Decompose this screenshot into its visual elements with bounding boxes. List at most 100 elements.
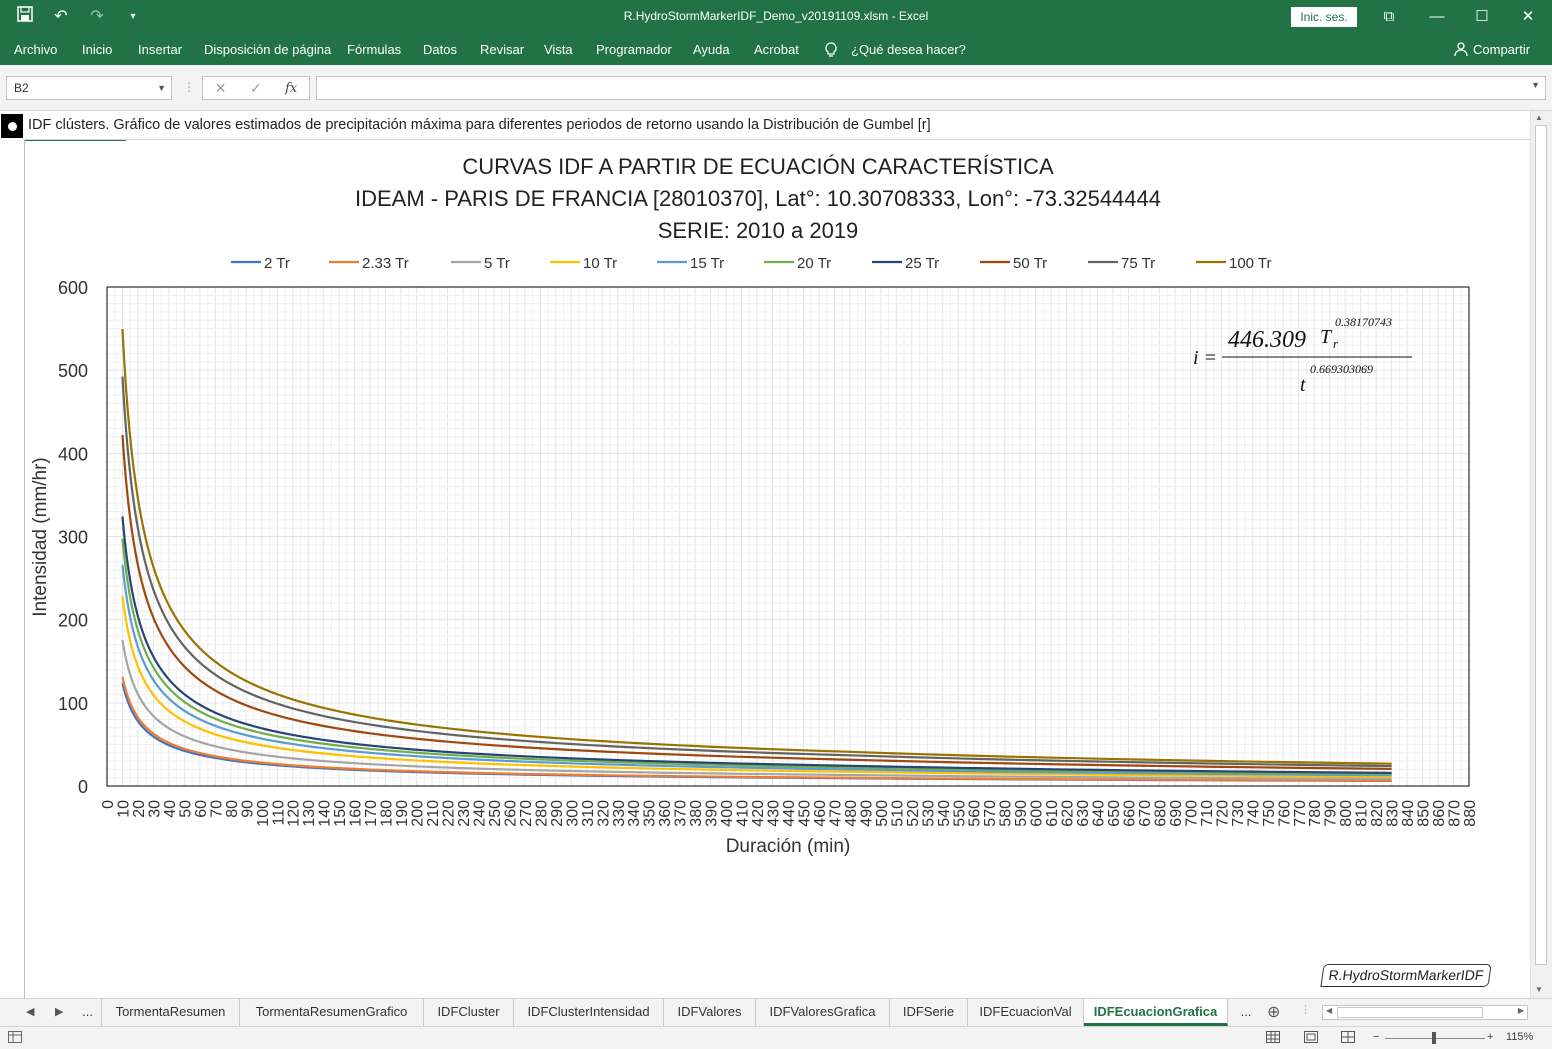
share-button[interactable]: Compartir <box>1473 42 1530 57</box>
x-tick-label: 300 <box>564 800 581 827</box>
tab-more-right[interactable]: ... <box>1228 999 1264 1026</box>
tell-me-search[interactable]: ¿Qué desea hacer? <box>851 42 966 57</box>
x-tick-label: 500 <box>874 800 891 827</box>
legend-item-7: 50 Tr <box>980 255 1047 272</box>
menu-programador[interactable]: Programador <box>596 42 672 57</box>
worksheet[interactable]: IDF clústers. Gráfico de valores estimad… <box>0 111 1552 998</box>
enter-icon[interactable]: ✓ <box>250 80 262 97</box>
menu-ayuda[interactable]: Ayuda <box>693 42 730 57</box>
x-tick-label: 470 <box>827 800 844 827</box>
x-tick-label: 590 <box>1013 800 1030 827</box>
menu-vista[interactable]: Vista <box>544 42 573 57</box>
zoom-slider-thumb[interactable] <box>1432 1032 1436 1044</box>
menu-formulas[interactable]: Fórmulas <box>347 42 401 57</box>
name-box[interactable]: B2 ▼ <box>6 76 172 100</box>
normal-view-icon[interactable] <box>1266 1031 1280 1046</box>
x-tick-label: 180 <box>379 800 396 827</box>
vertical-scroll-thumb[interactable] <box>1535 125 1547 965</box>
zoom-out-icon[interactable]: − <box>1373 1031 1379 1043</box>
scroll-up-icon[interactable]: ▲ <box>1535 113 1543 122</box>
y-tick-label: 100 <box>58 694 88 714</box>
x-tick-label: 330 <box>611 800 628 827</box>
x-tick-label: 510 <box>889 800 906 827</box>
legend-item-2: 5 Tr <box>451 255 510 272</box>
x-tick-label: 70 <box>208 800 225 818</box>
y-tick-label: 600 <box>58 278 88 298</box>
name-box-dropdown-icon[interactable]: ▼ <box>157 77 166 99</box>
legend-item-4: 15 Tr <box>657 255 724 272</box>
menu-disposicion[interactable]: Disposición de página <box>204 42 331 57</box>
x-tick-label: 370 <box>673 800 690 827</box>
x-tick-label: 50 <box>177 800 194 818</box>
x-tick-label: 280 <box>533 800 550 827</box>
horizontal-scroll-thumb[interactable] <box>1337 1007 1483 1018</box>
ribbon-display-icon[interactable]: ⧉ <box>1377 5 1401 29</box>
title-bar: ↶ ↷ ▾ R.HydroStormMarkerIDF_Demo_v201911… <box>0 0 1552 34</box>
x-tick-label: 680 <box>1152 800 1169 827</box>
tab-idf-cluster[interactable]: IDFCluster <box>424 999 514 1026</box>
x-tick-label: 760 <box>1276 800 1293 827</box>
menu-inicio[interactable]: Inicio <box>82 42 112 57</box>
chart-title-line-3: SERIE: 2010 a 2019 <box>658 218 859 243</box>
formula-bar-grip-icon: ⋮ <box>183 80 195 94</box>
tab-idf-valores[interactable]: IDFValores <box>664 999 756 1026</box>
scroll-left-icon[interactable]: ◀ <box>1326 1006 1332 1015</box>
insert-function-button[interactable]: fx <box>285 81 297 96</box>
tab-more-left[interactable]: ... <box>74 999 102 1026</box>
tab-splitter-icon[interactable]: ⋮ <box>1300 1003 1311 1016</box>
tab-idf-cluster-intensidad[interactable]: IDFClusterIntensidad <box>514 999 664 1026</box>
x-tick-label: 10 <box>115 800 132 818</box>
menu-archivo[interactable]: Archivo <box>14 42 57 57</box>
minimize-icon[interactable]: — <box>1425 5 1449 29</box>
vertical-scrollbar[interactable]: ▲ ▼ <box>1530 111 1552 998</box>
y-axis-label: Intensidad (mm/hr) <box>30 457 51 616</box>
x-tick-label: 220 <box>441 800 458 827</box>
x-tick-label: 720 <box>1214 800 1231 827</box>
x-tick-label: 100 <box>255 800 272 827</box>
menu-insertar[interactable]: Insertar <box>138 42 182 57</box>
page-layout-icon[interactable] <box>1304 1031 1318 1046</box>
tab-idf-ecuacion-val[interactable]: IDFEcuacionVal <box>968 999 1084 1026</box>
maximize-icon[interactable]: ☐ <box>1470 5 1494 29</box>
page-break-icon[interactable] <box>1341 1031 1355 1046</box>
tab-idf-valores-grafica[interactable]: IDFValoresGrafica <box>756 999 890 1026</box>
horizontal-scrollbar[interactable]: ◀ ▶ <box>1322 1005 1528 1020</box>
y-tick-label: 500 <box>58 361 88 381</box>
x-tick-label: 530 <box>920 800 937 827</box>
formula-input[interactable]: ▼ <box>316 76 1546 100</box>
tab-idf-ecuacion-grafica[interactable]: IDFEcuacionGrafica <box>1084 999 1228 1026</box>
close-icon[interactable]: ✕ <box>1516 5 1540 29</box>
zoom-in-icon[interactable]: + <box>1487 1031 1493 1043</box>
tab-idf-serie[interactable]: IDFSerie <box>890 999 968 1026</box>
x-tick-label: 60 <box>193 800 210 818</box>
legend-label: 5 Tr <box>484 255 510 272</box>
cancel-icon[interactable]: ✕ <box>215 80 227 97</box>
name-box-value: B2 <box>14 81 29 95</box>
tab-tormenta-resumen[interactable]: TormentaResumen <box>102 999 240 1026</box>
x-tick-label: 210 <box>425 800 442 827</box>
share-icon[interactable] <box>1454 42 1468 59</box>
x-tick-label: 630 <box>1075 800 1092 827</box>
ribbon-tabs: Archivo Inicio Insertar Disposición de p… <box>0 34 1552 65</box>
add-sheet-icon[interactable]: ⊕ <box>1267 1002 1280 1022</box>
tab-tormenta-resumen-grafico[interactable]: TormentaResumenGrafico <box>240 999 424 1026</box>
scroll-down-icon[interactable]: ▼ <box>1535 985 1543 994</box>
menu-revisar[interactable]: Revisar <box>480 42 524 57</box>
zoom-level[interactable]: 115% <box>1506 1031 1533 1043</box>
scroll-right-icon[interactable]: ▶ <box>1518 1006 1524 1015</box>
legend-label: 75 Tr <box>1121 255 1155 272</box>
tab-next-icon[interactable]: ▶ <box>55 1005 63 1018</box>
menu-acrobat[interactable]: Acrobat <box>754 42 799 57</box>
x-tick-label: 240 <box>471 800 488 827</box>
x-tick-label: 610 <box>1044 800 1061 827</box>
legend-item-0: 2 Tr <box>231 255 290 272</box>
macro-record-icon[interactable] <box>8 1031 22 1046</box>
x-tick-label: 620 <box>1060 800 1077 827</box>
menu-datos[interactable]: Datos <box>423 42 457 57</box>
idf-chart[interactable]: CURVAS IDF A PARTIR DE ECUACIÓN CARACTER… <box>0 111 1530 998</box>
tab-prev-icon[interactable]: ◀ <box>26 1005 34 1018</box>
sign-in-button[interactable]: Inic. ses. <box>1291 7 1357 27</box>
expand-formula-icon[interactable]: ▼ <box>1531 80 1540 90</box>
x-tick-label: 480 <box>843 800 860 827</box>
x-tick-label: 730 <box>1230 800 1247 827</box>
